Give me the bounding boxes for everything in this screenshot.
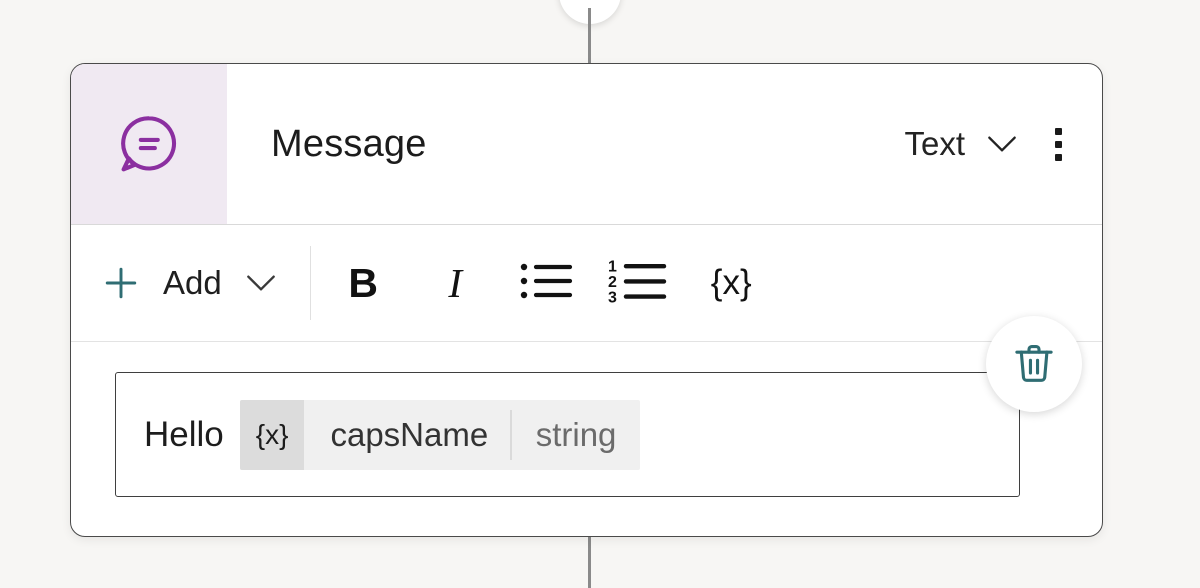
svg-text:2: 2 [608,274,617,291]
kebab-dot [1055,140,1062,148]
svg-text:1: 1 [608,258,617,275]
svg-text:3: 3 [608,289,617,304]
message-text-input[interactable]: Hello {x} capsName string [115,372,1020,497]
italic-icon: I [448,260,463,306]
node-icon-panel [71,64,227,224]
message-bubble-icon [114,109,184,179]
flow-canvas: Message Text Add B I 1 2 3 {x} Hello {x}… [0,0,1200,588]
toolbar-divider [309,246,312,320]
variable-token-chip[interactable]: {x} capsName string [239,399,641,470]
formatting-toolbar: Add B I 1 2 3 {x} [71,225,1102,342]
numbered-list-icon: 1 2 3 [608,257,670,310]
node-header: Message Text [71,64,1102,225]
node-header-actions: Text [904,64,1102,224]
chevron-down-icon [983,132,1021,156]
plus-icon [99,261,143,305]
connector-line-bottom [588,536,591,588]
token-name: capsName [330,415,489,453]
node-body: Hello {x} capsName string [71,342,1102,536]
token-type: string [535,415,617,453]
bulleted-list-icon [518,258,576,309]
connector-line-top [588,8,591,64]
kebab-dot [1055,153,1062,161]
bold-icon: B [348,259,379,306]
numbered-list-button[interactable]: 1 2 3 [593,246,685,320]
message-node-card[interactable]: Message Text Add B I 1 2 3 {x} Hello {x}… [70,63,1103,537]
kebab-menu-icon[interactable] [1043,118,1074,171]
bold-button[interactable]: B [317,246,409,320]
trash-icon [1009,339,1059,389]
variable-button[interactable]: {x} [685,246,777,320]
message-type-value: Text [904,125,965,162]
italic-button[interactable]: I [409,246,501,320]
chevron-down-icon [242,271,280,295]
variable-icon: {x} [710,263,752,302]
message-type-dropdown[interactable]: Text [904,125,1021,163]
delete-node-button[interactable] [986,316,1082,412]
message-static-text: Hello [144,414,224,454]
kebab-dot [1055,127,1062,135]
add-button-label: Add [163,264,222,301]
add-button[interactable]: Add [99,261,310,305]
bulleted-list-button[interactable] [501,246,593,320]
token-sigil: {x} [239,399,305,470]
node-title: Message [271,122,427,165]
